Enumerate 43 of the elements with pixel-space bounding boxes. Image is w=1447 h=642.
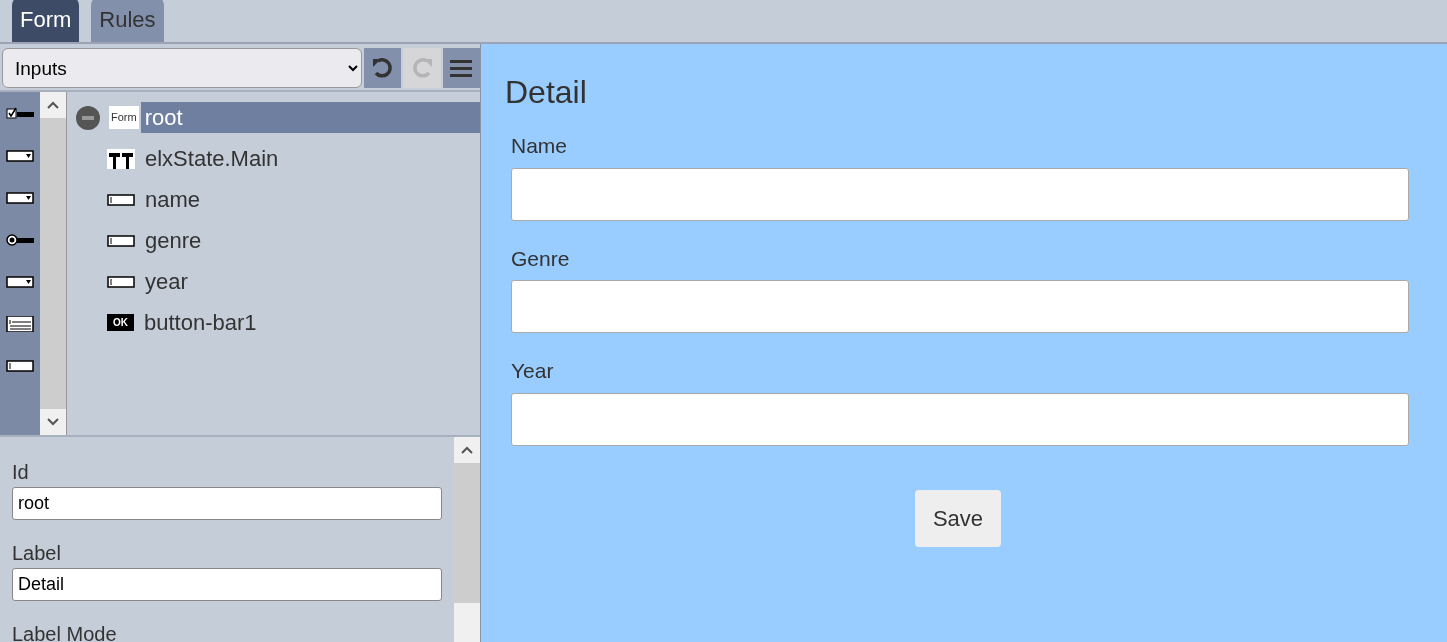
field-label: Genre xyxy=(511,245,571,272)
undo-button[interactable] xyxy=(363,48,402,88)
menu-button[interactable] xyxy=(442,48,480,88)
field-label: Label xyxy=(12,541,62,566)
category-select[interactable]: Inputs xyxy=(2,48,362,88)
text-field-icon xyxy=(107,192,135,207)
tab[interactable]: Rules xyxy=(91,0,164,42)
radio-button-icon[interactable] xyxy=(6,232,34,248)
dropdown-icon[interactable] xyxy=(6,190,34,206)
form-title: Detail xyxy=(505,73,588,112)
field-label: Year xyxy=(511,358,555,384)
scroll-down-icon[interactable] xyxy=(47,418,59,426)
save-button[interactable]: Save xyxy=(914,489,1002,547)
tree-item[interactable]: button-bar1 xyxy=(140,307,480,338)
field-label: Name xyxy=(511,133,569,159)
tree-item[interactable]: elxState.Main xyxy=(141,143,480,174)
scroll-up-icon[interactable] xyxy=(461,446,473,454)
field-label: Id xyxy=(12,460,30,485)
circle-icon[interactable] xyxy=(75,104,101,131)
text-field[interactable]: Detail xyxy=(12,568,442,601)
text-field-icon[interactable] xyxy=(6,358,34,374)
text-field[interactable] xyxy=(511,167,1409,221)
tree-item[interactable]: genre xyxy=(141,225,480,256)
scrollbar[interactable] xyxy=(454,437,480,642)
tree-item[interactable]: name xyxy=(141,184,480,215)
scroll-up-icon[interactable] xyxy=(47,101,59,109)
form-tag-icon: Form xyxy=(109,106,139,129)
state-icon xyxy=(107,148,135,169)
tree-item[interactable]: year xyxy=(141,266,480,297)
field-label: Label Mode xyxy=(12,622,118,642)
tree-item[interactable]: root xyxy=(140,102,480,133)
text-field[interactable] xyxy=(511,280,1409,333)
dropdown-icon[interactable] xyxy=(6,148,34,164)
dropdown-icon[interactable] xyxy=(6,274,34,290)
text-field-icon xyxy=(107,274,135,289)
checkbox-icon[interactable] xyxy=(6,106,34,122)
scrollbar[interactable] xyxy=(40,92,67,435)
button-tag-icon: OK xyxy=(107,314,134,331)
tab[interactable]: Form xyxy=(12,0,80,42)
text-area-icon[interactable] xyxy=(6,316,34,332)
text-field[interactable] xyxy=(511,392,1409,446)
text-field-icon xyxy=(107,233,135,248)
text-field[interactable]: root xyxy=(12,487,442,520)
